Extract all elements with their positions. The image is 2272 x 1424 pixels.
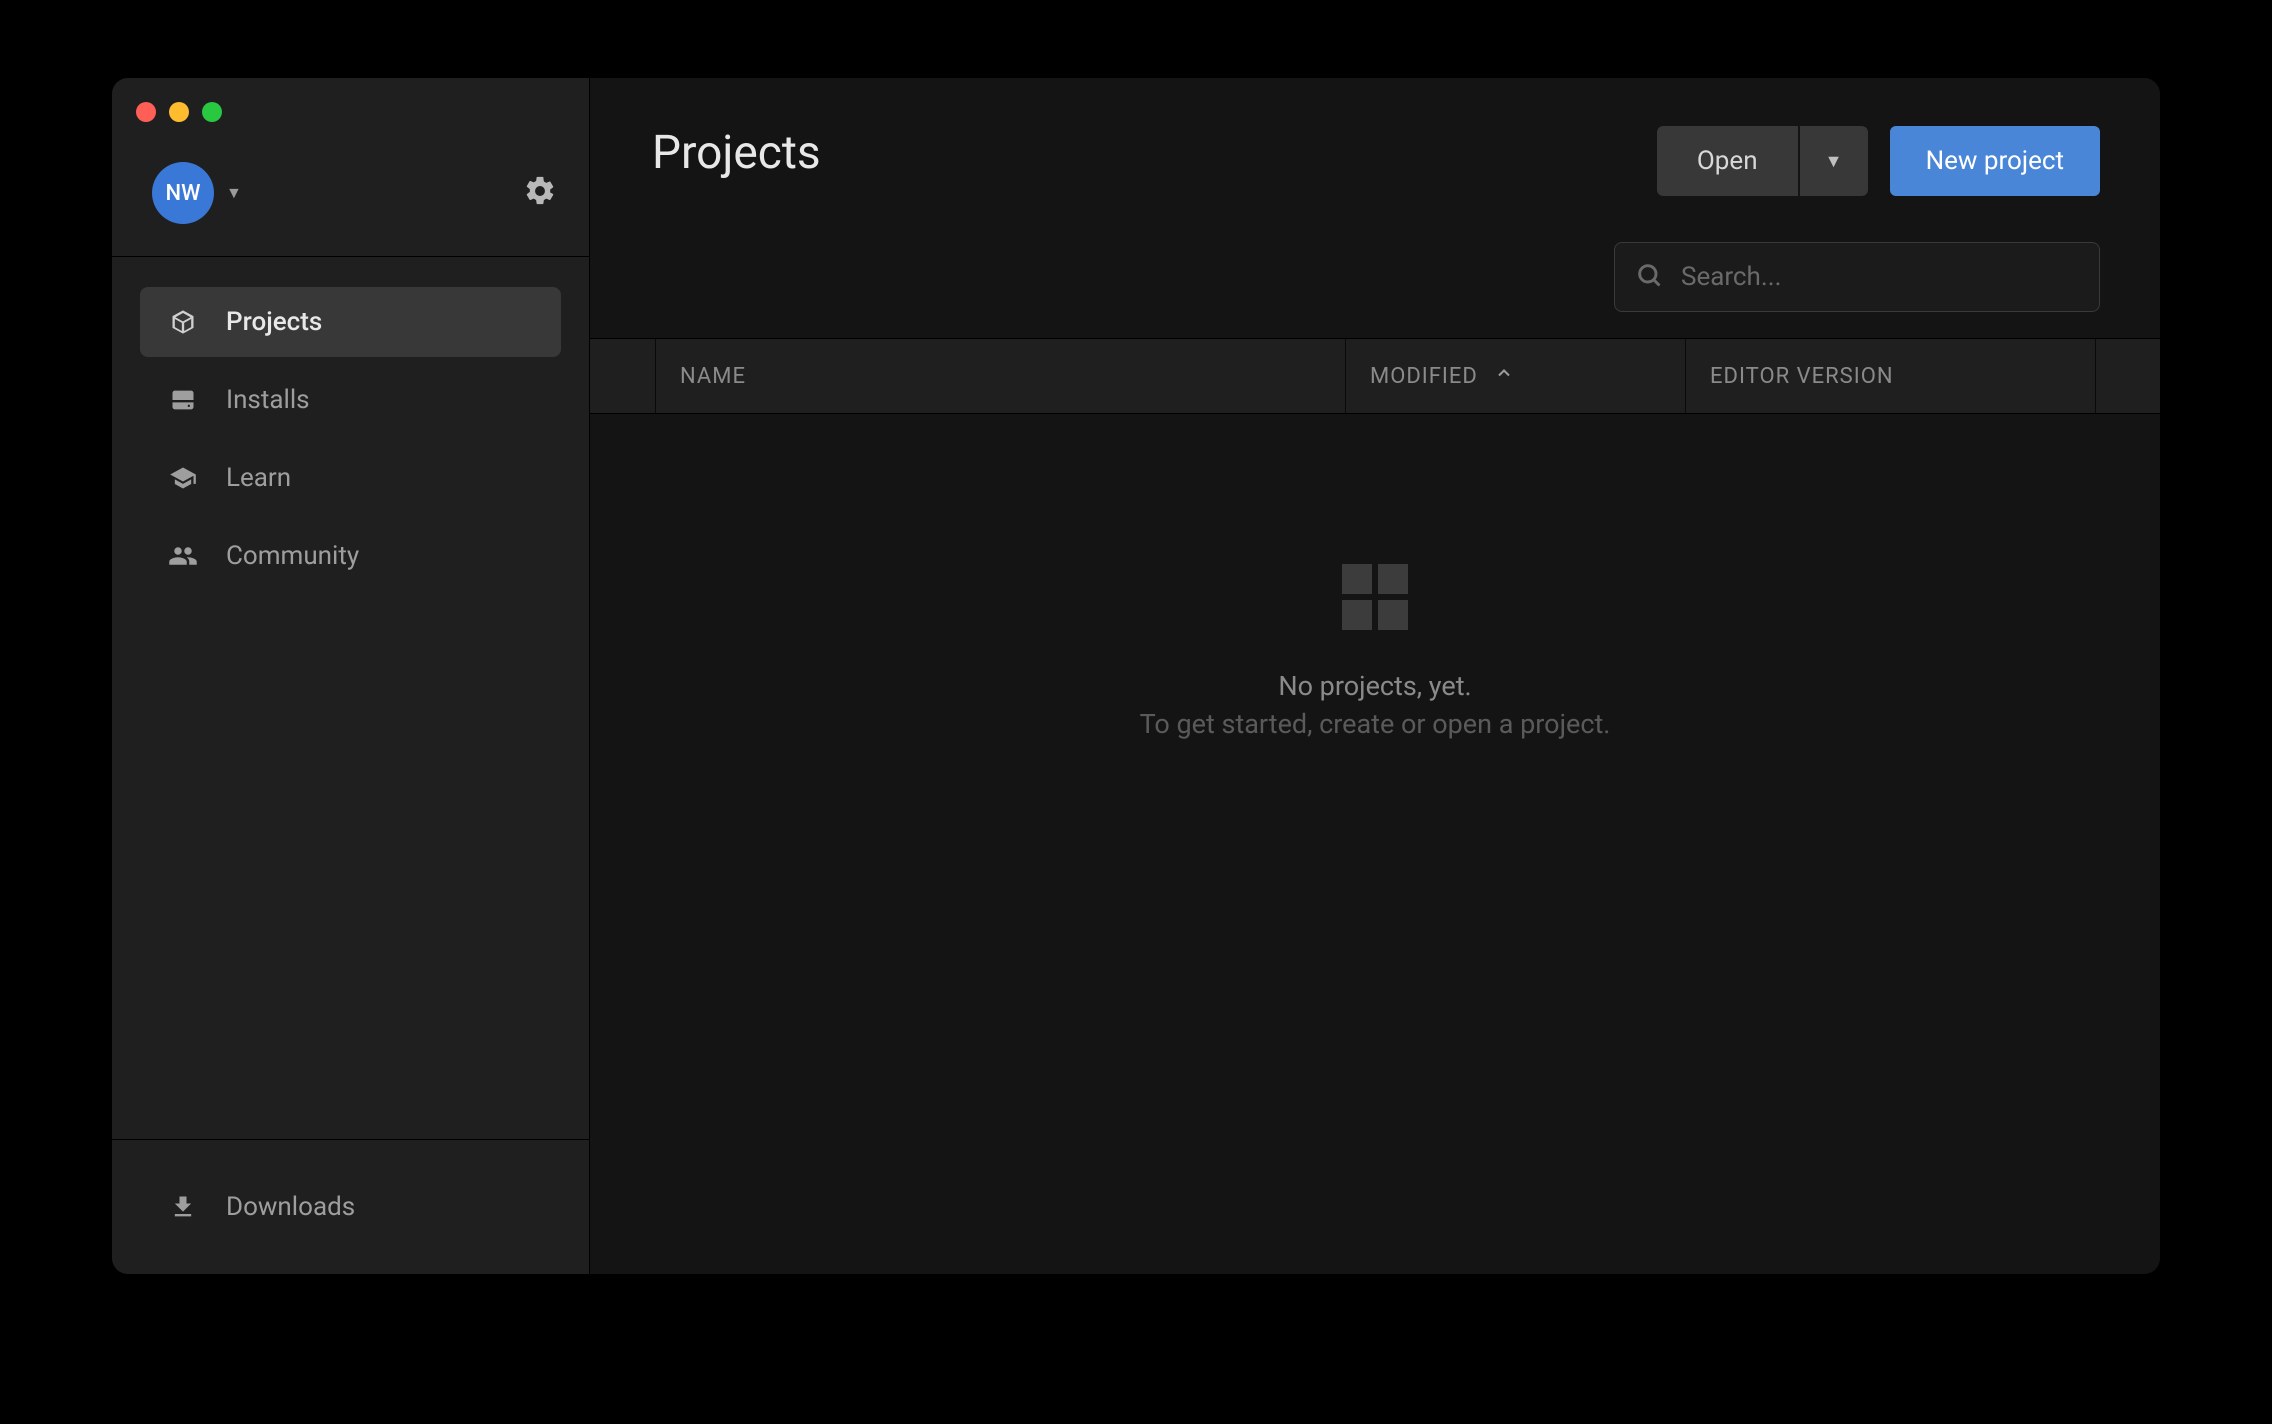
- new-project-button[interactable]: New project: [1890, 126, 2100, 196]
- settings-button[interactable]: [523, 174, 557, 212]
- avatar: NW: [152, 162, 214, 224]
- search-icon: [1635, 261, 1663, 293]
- sidebar-nav: Projects Installs Learn Community: [112, 257, 589, 1139]
- sidebar-item-community[interactable]: Community: [140, 521, 561, 591]
- table-col-name[interactable]: NAME: [656, 339, 1346, 413]
- grid-icon: [1342, 564, 1408, 630]
- column-label: MODIFIED: [1370, 364, 1478, 389]
- gear-icon: [523, 174, 557, 208]
- fullscreen-window-button[interactable]: [202, 102, 222, 122]
- sidebar-item-label: Community: [226, 541, 359, 571]
- avatar-initials: NW: [166, 181, 201, 206]
- search-input[interactable]: [1681, 262, 2079, 292]
- header-actions: Open ▼ New project: [1657, 126, 2100, 196]
- table-col-version[interactable]: EDITOR VERSION: [1686, 339, 2096, 413]
- column-label: NAME: [680, 364, 746, 389]
- open-button[interactable]: Open: [1657, 126, 1798, 196]
- sidebar-item-downloads[interactable]: Downloads: [140, 1172, 561, 1242]
- table-col-modified[interactable]: MODIFIED: [1346, 339, 1686, 413]
- graduation-cap-icon: [168, 463, 198, 493]
- chevron-down-icon: ▼: [226, 183, 242, 203]
- table-col-handle: [590, 339, 656, 413]
- search-box[interactable]: [1614, 242, 2100, 312]
- sidebar-item-label: Installs: [226, 385, 310, 415]
- empty-state-title: No projects, yet.: [1278, 670, 1471, 702]
- app-window: NW ▼ Projects Installs: [112, 78, 2160, 1274]
- cube-icon: [168, 307, 198, 337]
- window-controls: [112, 78, 589, 134]
- sidebar: NW ▼ Projects Installs: [112, 78, 590, 1274]
- sidebar-item-label: Learn: [226, 463, 291, 493]
- table-col-actions: [2096, 339, 2160, 413]
- sidebar-header: NW ▼: [112, 134, 589, 256]
- sidebar-item-label: Downloads: [226, 1192, 355, 1222]
- empty-state-subtitle: To get started, create or open a project…: [1140, 708, 1611, 740]
- people-icon: [168, 541, 198, 571]
- main-content: Projects Open ▼ New project: [590, 78, 2160, 1274]
- open-dropdown-button[interactable]: ▼: [1798, 126, 1868, 196]
- sidebar-item-learn[interactable]: Learn: [140, 443, 561, 513]
- caret-down-icon: ▼: [1825, 151, 1843, 172]
- sort-ascending-icon: [1494, 363, 1514, 389]
- close-window-button[interactable]: [136, 102, 156, 122]
- sidebar-item-label: Projects: [226, 307, 322, 337]
- table-header: NAME MODIFIED EDITOR VERSION: [590, 338, 2160, 414]
- search-row: [590, 220, 2160, 338]
- minimize-window-button[interactable]: [169, 102, 189, 122]
- main-header: Projects Open ▼ New project: [590, 78, 2160, 220]
- column-label: EDITOR VERSION: [1710, 364, 1894, 389]
- open-button-group: Open ▼: [1657, 126, 1868, 196]
- download-icon: [168, 1192, 198, 1222]
- sidebar-footer: Downloads: [112, 1139, 589, 1274]
- drive-icon: [168, 385, 198, 415]
- sidebar-item-installs[interactable]: Installs: [140, 365, 561, 435]
- account-menu[interactable]: NW ▼: [152, 162, 242, 224]
- page-title: Projects: [652, 126, 821, 180]
- sidebar-item-projects[interactable]: Projects: [140, 287, 561, 357]
- empty-state: No projects, yet. To get started, create…: [590, 414, 2160, 1274]
